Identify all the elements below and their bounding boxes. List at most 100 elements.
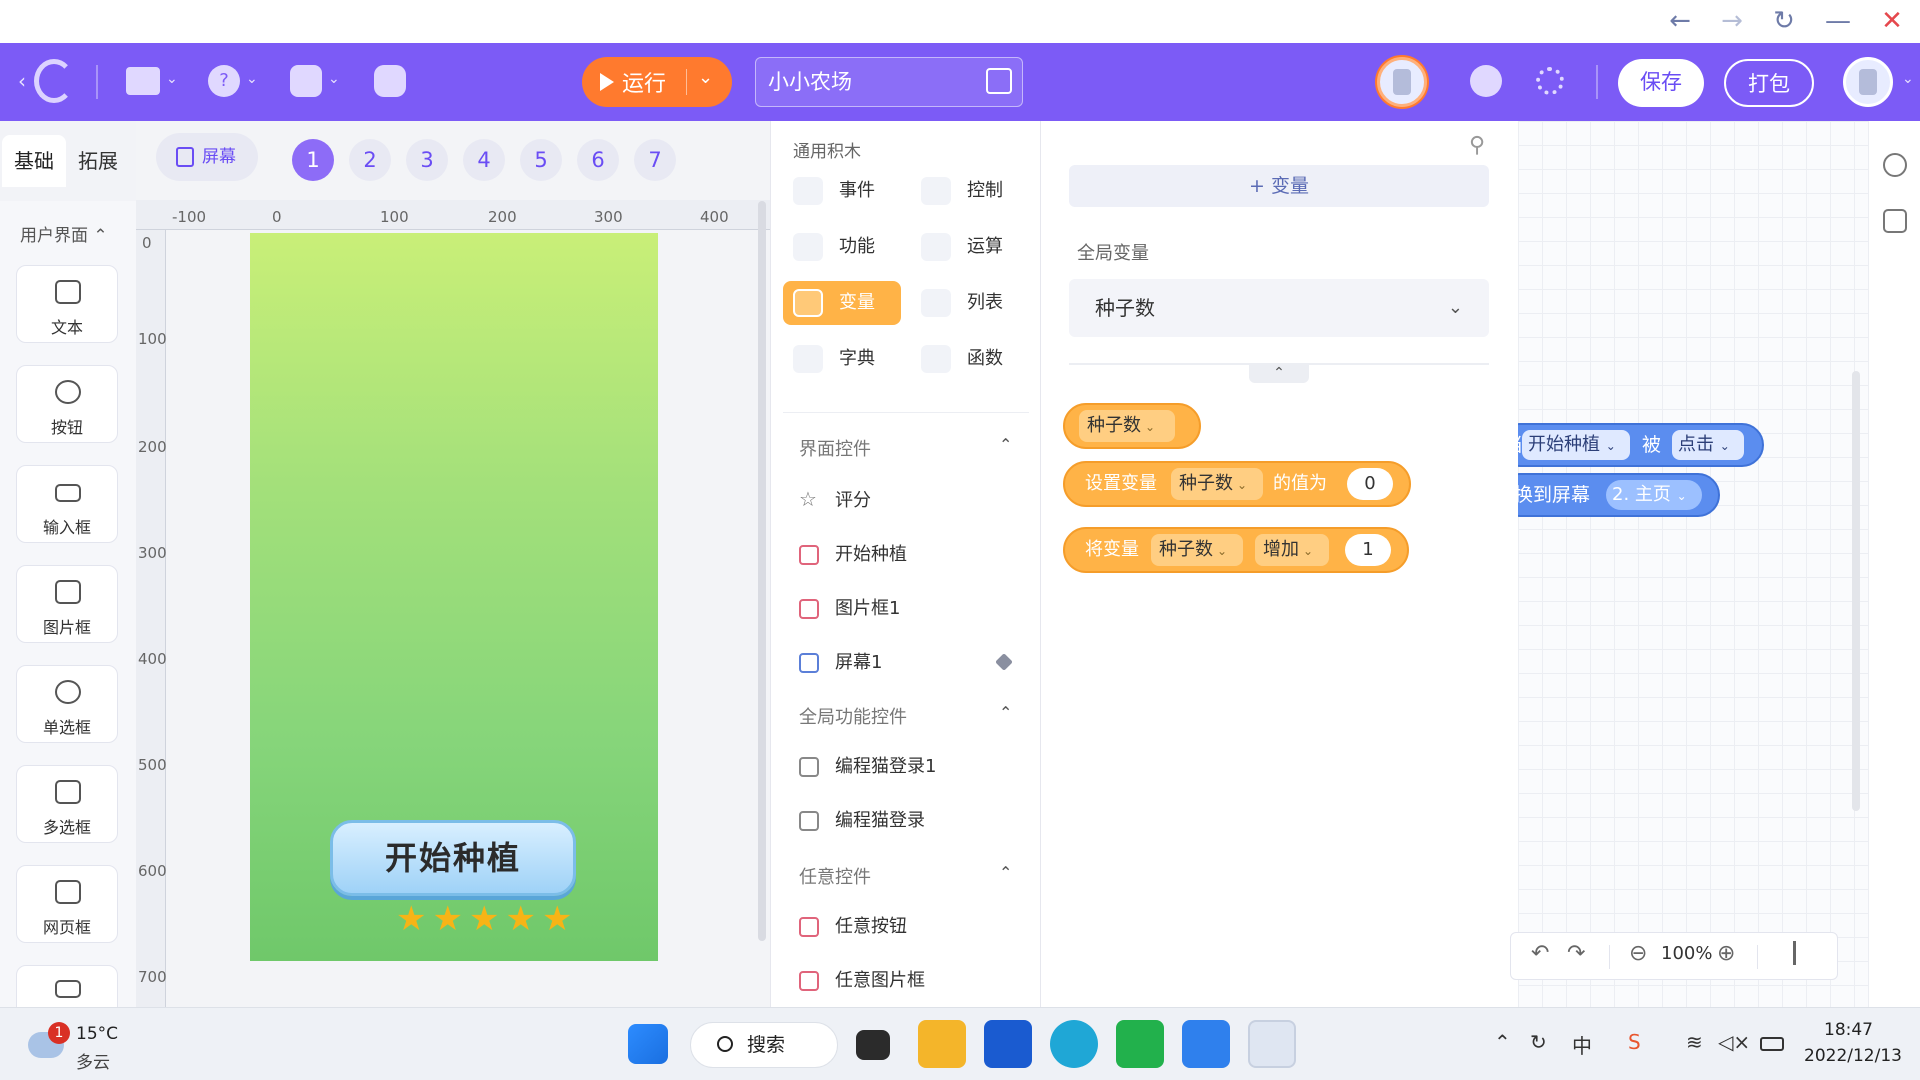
battery-icon[interactable] — [1760, 1037, 1784, 1051]
page-tab[interactable]: 2 — [349, 139, 391, 181]
settings-hex-icon[interactable] — [290, 65, 322, 97]
store-icon[interactable] — [1883, 209, 1907, 233]
page-tab[interactable]: 7 — [634, 139, 676, 181]
sync-icon[interactable]: ↻ — [1530, 1030, 1547, 1054]
start-menu-icon[interactable] — [628, 1024, 668, 1064]
action-slot[interactable]: 点击 ⌄ — [1672, 430, 1744, 460]
workspace-scrollbar[interactable] — [1852, 371, 1860, 811]
value-input[interactable]: 1 — [1345, 534, 1391, 566]
undo-icon[interactable]: ↶ — [1531, 941, 1549, 966]
control-any-image[interactable]: 任意图片框 — [799, 963, 1019, 999]
page-tab[interactable]: 6 — [577, 139, 619, 181]
category-dictionary[interactable]: 字典 — [783, 337, 901, 381]
codemao-app-icon[interactable] — [1248, 1020, 1296, 1068]
start-planting-button[interactable]: 开始种植 — [330, 820, 576, 896]
event-block[interactable]: 当 开始种植 ⌄ 被 点击 ⌄ — [1518, 423, 1764, 467]
component-checkbox[interactable]: 多选框 — [16, 765, 118, 843]
clock-time[interactable]: 18:47 — [1824, 1020, 1873, 1040]
section-title[interactable]: 用户界面 ⌃ — [20, 221, 108, 246]
value-input[interactable]: 0 — [1347, 468, 1393, 500]
control-any-button[interactable]: 任意按钮 — [799, 909, 1019, 945]
variable-select[interactable]: 种子数 ⌄ — [1069, 279, 1489, 337]
variable-reporter-block[interactable]: 种子数 ⌄ — [1063, 403, 1201, 449]
component-button[interactable]: 按钮 — [16, 365, 118, 443]
zoom-out-icon[interactable]: ⊖ — [1629, 941, 1647, 966]
variable-slot[interactable]: 种子数 ⌄ — [1151, 534, 1243, 566]
share-icon[interactable] — [1536, 67, 1564, 95]
component-list[interactable] — [16, 965, 118, 1007]
component-text[interactable]: 文本 — [16, 265, 118, 343]
user-avatar[interactable] — [1843, 57, 1893, 107]
variable-slot[interactable]: 种子数 ⌄ — [1171, 468, 1263, 500]
screen-preview[interactable]: 开始种植 ★★★★★ — [250, 233, 658, 961]
category-variable[interactable]: 变量 — [783, 281, 901, 325]
feishu-icon[interactable] — [1182, 1020, 1230, 1068]
task-view-icon[interactable] — [856, 1030, 890, 1060]
help-icon[interactable]: ? — [208, 65, 240, 97]
control-image[interactable]: 图片框1 — [799, 591, 1019, 627]
edge-browser-icon[interactable] — [1050, 1020, 1098, 1068]
variable-slot[interactable]: 种子数 ⌄ — [1079, 410, 1175, 442]
target-slot[interactable]: 开始种植 ⌄ — [1522, 430, 1630, 460]
star-icon[interactable]: ★ — [396, 899, 432, 939]
back-arrow-icon[interactable]: ← — [1660, 6, 1700, 36]
ime-indicator[interactable]: 中 — [1572, 1030, 1592, 1059]
component-image[interactable]: 图片框 — [16, 565, 118, 643]
zoom-in-icon[interactable]: ⊕ — [1717, 941, 1735, 966]
tab-basic[interactable]: 基础 — [2, 135, 66, 187]
control-screen[interactable]: 屏幕1 — [799, 645, 1019, 681]
chevron-down-icon[interactable]: ⌄ — [328, 71, 340, 87]
component-input[interactable]: 输入框 — [16, 465, 118, 543]
collaborators-icon[interactable] — [1470, 65, 1502, 97]
canvas-scrollbar[interactable] — [758, 201, 766, 941]
star-icon[interactable]: ★ — [542, 899, 578, 939]
wifi-icon[interactable]: ≋ — [1686, 1030, 1703, 1054]
star-icon[interactable]: ★ — [469, 899, 505, 939]
store-icon[interactable] — [984, 1020, 1032, 1068]
switch-screen-block[interactable]: 换到屏幕 2. 主页 ⌄ — [1518, 473, 1720, 517]
rating-widget[interactable]: ★★★★★ — [396, 899, 578, 939]
category-function[interactable]: 功能 — [783, 225, 901, 269]
wechat-icon[interactable] — [1116, 1020, 1164, 1068]
align-icon[interactable] — [1793, 941, 1811, 965]
minimize-icon[interactable]: — — [1818, 6, 1858, 36]
bug-icon[interactable] — [1883, 153, 1907, 177]
chevron-up-icon[interactable]: ⌃ — [999, 703, 1012, 722]
collapse-toggle[interactable]: ⌃ — [1249, 363, 1309, 383]
page-tab[interactable]: 4 — [463, 139, 505, 181]
control-login[interactable]: 编程猫登录 — [799, 803, 1019, 839]
screen-button[interactable]: 屏幕 — [156, 133, 258, 181]
tab-extension[interactable]: 拓展 — [66, 135, 130, 187]
file-explorer-icon[interactable] — [918, 1020, 966, 1068]
weather-widget[interactable]: 1 15°C 多云 — [28, 1022, 148, 1073]
change-variable-block[interactable]: 将变量 种子数 ⌄ 增加 ⌄ 1 — [1063, 527, 1409, 573]
page-tab[interactable]: 5 — [520, 139, 562, 181]
category-operator[interactable]: 运算 — [911, 225, 1029, 269]
category-list[interactable]: 列表 — [911, 281, 1029, 325]
control-start-button[interactable]: 开始种植 — [799, 537, 1019, 573]
page-tab[interactable]: 1 — [292, 139, 334, 181]
category-control[interactable]: 控制 — [911, 169, 1029, 213]
taskbar-search[interactable]: 搜索 — [690, 1022, 838, 1068]
add-variable-button[interactable]: + 变量 — [1069, 165, 1489, 207]
screen-slot[interactable]: 2. 主页 ⌄ — [1606, 480, 1702, 510]
star-icon[interactable]: ★ — [505, 899, 541, 939]
volume-mute-icon[interactable]: ◁× — [1718, 1030, 1750, 1054]
category-procedure[interactable]: 函数 — [911, 337, 1029, 381]
set-variable-block[interactable]: 设置变量 种子数 ⌄ 的值为 0 — [1063, 461, 1411, 507]
collapse-arrow-icon[interactable]: ‹ — [18, 69, 26, 93]
pin-icon[interactable]: ⚲ — [1469, 133, 1497, 161]
chevron-down-icon[interactable]: ⌄ — [1902, 71, 1914, 87]
wps-icon[interactable]: S — [1628, 1030, 1641, 1054]
redo-icon[interactable]: ↷ — [1567, 941, 1585, 966]
control-rating[interactable]: ☆ 评分 — [799, 483, 1019, 519]
chevron-up-icon[interactable]: ⌃ — [999, 863, 1012, 882]
close-icon[interactable]: ✕ — [1872, 6, 1912, 36]
clock-date[interactable]: 2022/12/13 — [1804, 1046, 1902, 1066]
pack-button[interactable]: 打包 — [1724, 59, 1814, 107]
forward-arrow-icon[interactable]: → — [1712, 6, 1752, 36]
project-name-field[interactable]: 小小农场 — [755, 57, 1023, 107]
chevron-up-icon[interactable]: ⌃ — [1494, 1030, 1511, 1054]
run-button[interactable]: 运行 ⌄ — [582, 57, 732, 107]
database-icon[interactable] — [374, 65, 406, 97]
